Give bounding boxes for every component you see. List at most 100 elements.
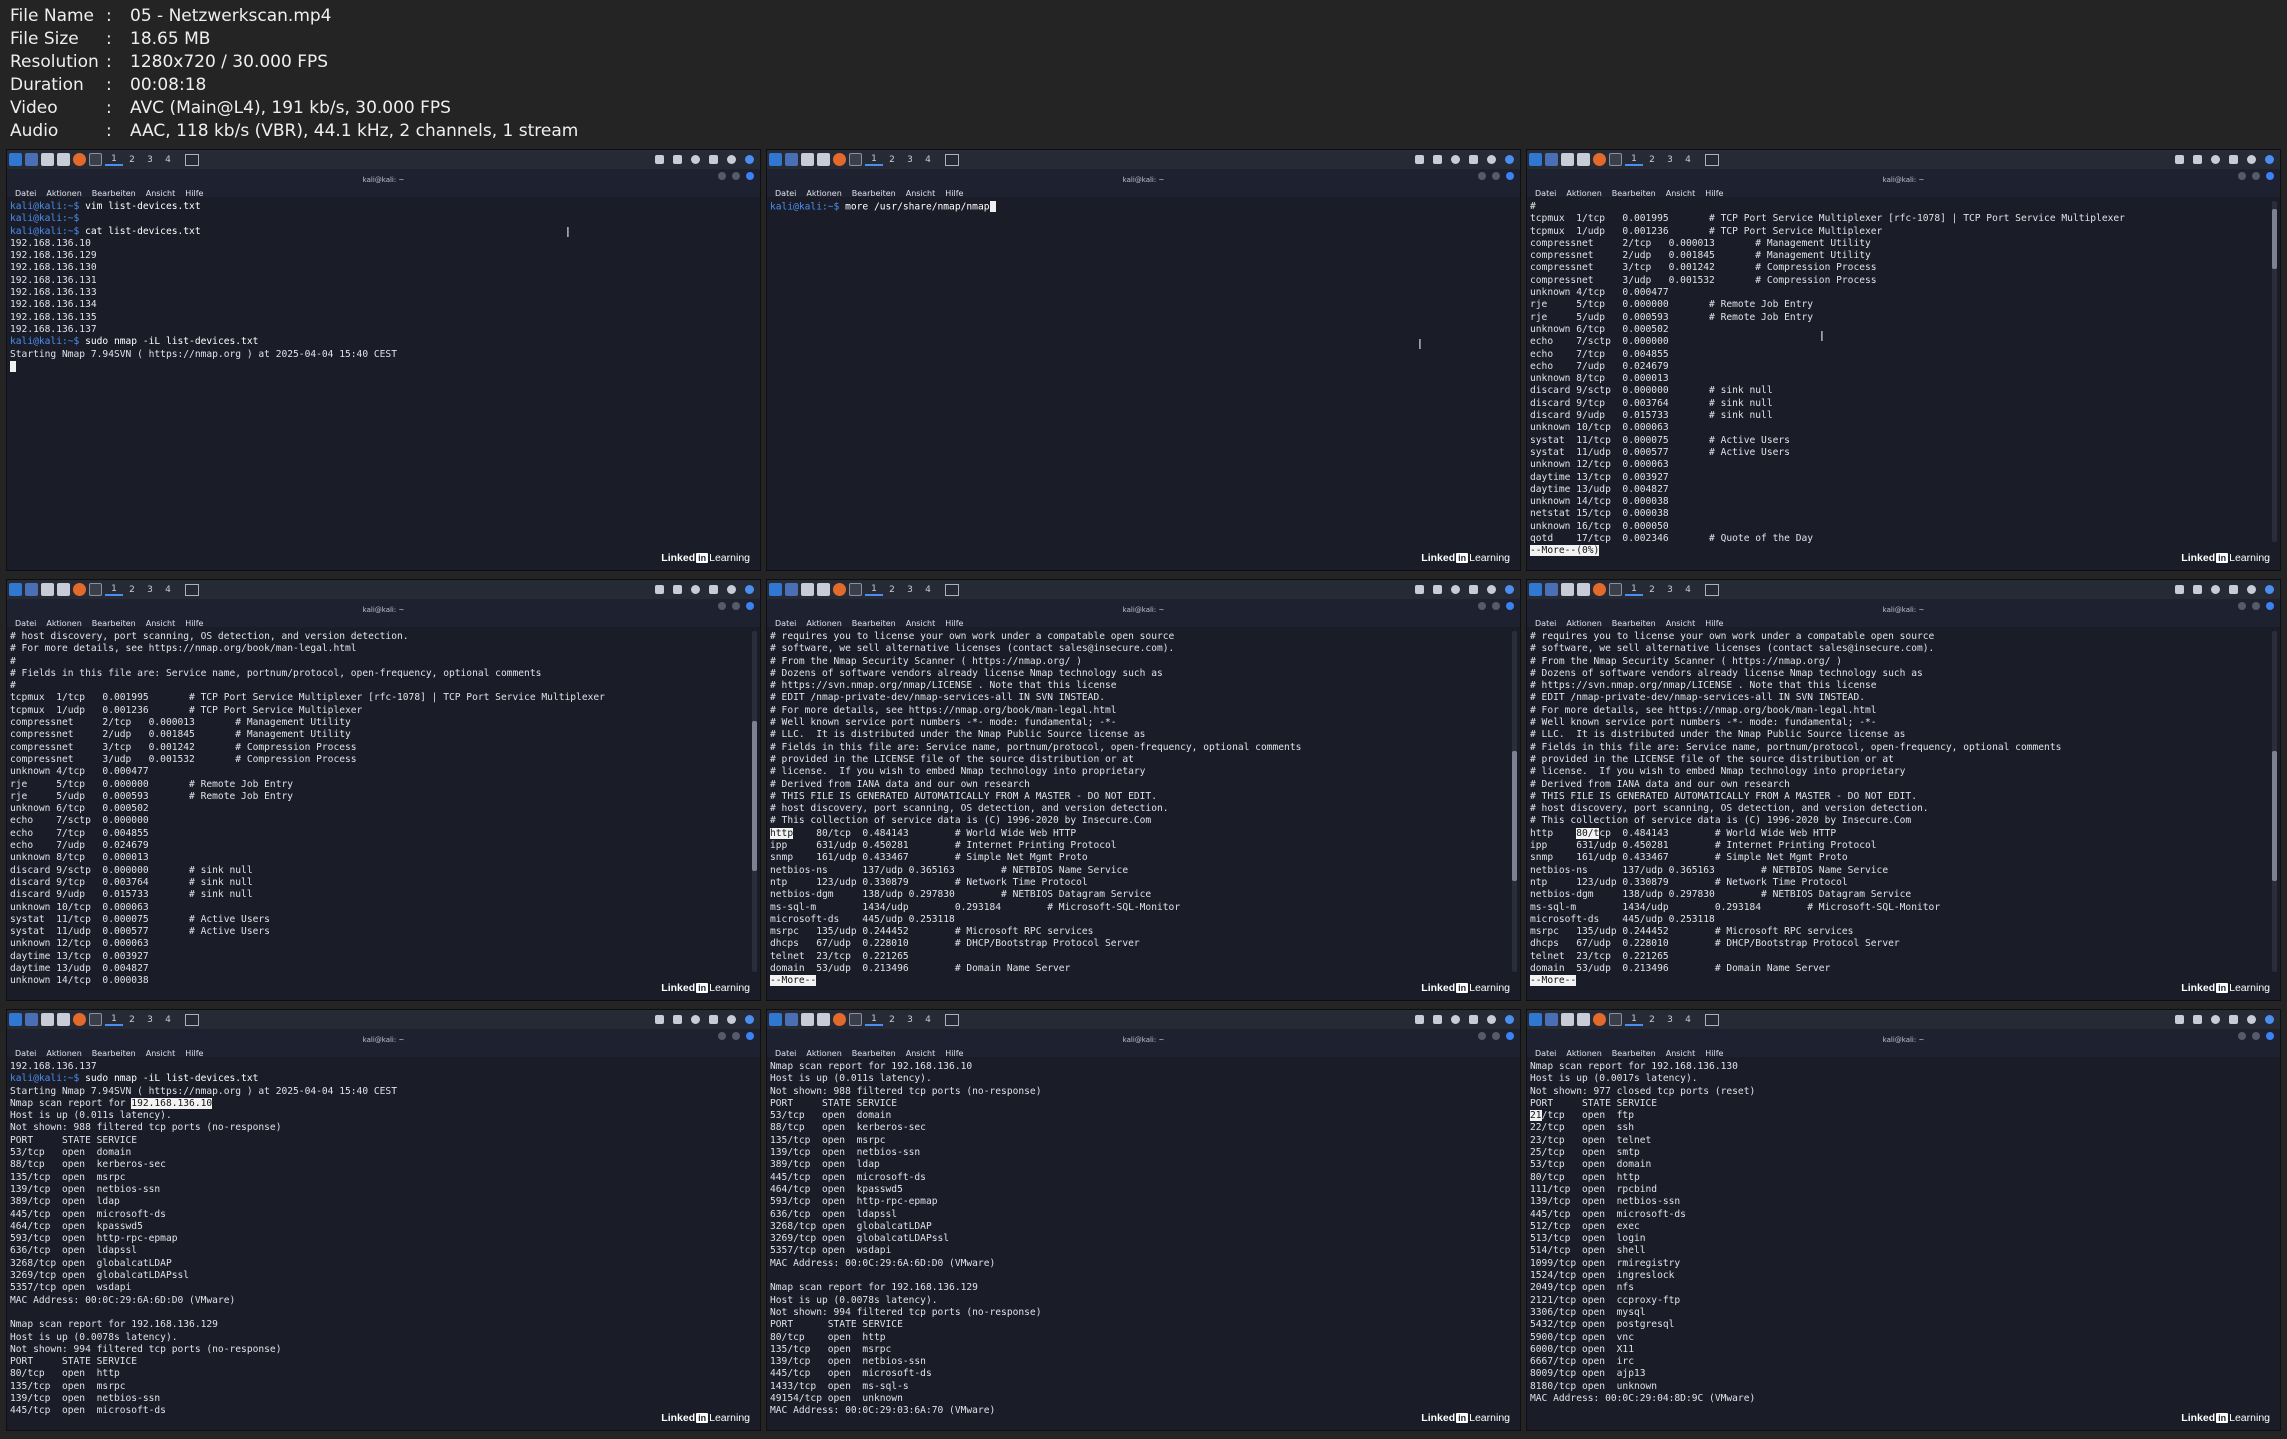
workspace-2[interactable]: 2 <box>123 585 141 595</box>
terminal-output[interactable]: 192.168.136.137 kali@kali:~$ sudo nmap -i… <box>10 1061 748 1428</box>
settings-icon[interactable] <box>691 155 700 164</box>
menu-bearbeiten[interactable]: Bearbeiten <box>1612 619 1656 628</box>
terminal-output[interactable]: kali@kali:~$ vim list-devices.txt kali@ka… <box>10 201 748 568</box>
menu-hilfe[interactable]: Hilfe <box>1705 189 1723 198</box>
close-button[interactable] <box>1506 602 1514 610</box>
workspace-1[interactable]: 1 <box>105 154 123 166</box>
display-icon[interactable] <box>655 1015 664 1024</box>
text-editor-icon[interactable] <box>1577 1013 1590 1026</box>
maximize-button[interactable] <box>732 1032 740 1040</box>
file-manager-icon[interactable] <box>801 583 814 596</box>
files-icon[interactable] <box>1545 1013 1558 1026</box>
workspace-3[interactable]: 3 <box>901 585 919 595</box>
minimize-button[interactable] <box>1478 1032 1486 1040</box>
menu-datei[interactable]: Datei <box>15 619 36 628</box>
workspace-3[interactable]: 3 <box>1661 585 1679 595</box>
power-icon[interactable] <box>727 585 736 594</box>
close-button[interactable] <box>2266 602 2274 610</box>
kali-menu-icon[interactable] <box>769 153 782 166</box>
display-icon[interactable] <box>1415 155 1424 164</box>
power-icon[interactable] <box>2247 1015 2256 1024</box>
user-icon[interactable] <box>2265 1015 2274 1024</box>
workspace-4[interactable]: 4 <box>159 585 177 595</box>
terminal-scrollbar[interactable] <box>752 631 757 972</box>
notifications-icon[interactable] <box>1433 1015 1442 1024</box>
firefox-icon[interactable] <box>73 153 86 166</box>
files-icon[interactable] <box>1545 153 1558 166</box>
menu-ansicht[interactable]: Ansicht <box>906 189 936 198</box>
notifications-icon[interactable] <box>2193 155 2202 164</box>
menu-aktionen[interactable]: Aktionen <box>1566 189 1601 198</box>
scrollbar-thumb[interactable] <box>2272 209 2277 269</box>
kali-menu-icon[interactable] <box>9 153 22 166</box>
menu-ansicht[interactable]: Ansicht <box>146 619 176 628</box>
power-icon[interactable] <box>727 1015 736 1024</box>
scrollbar-thumb[interactable] <box>2272 751 2277 881</box>
user-icon[interactable] <box>1505 585 1514 594</box>
workspace-1[interactable]: 1 <box>1625 154 1643 166</box>
window-list-terminal-icon[interactable] <box>185 1013 199 1026</box>
menu-ansicht[interactable]: Ansicht <box>1666 619 1696 628</box>
file-manager-icon[interactable] <box>41 153 54 166</box>
close-button[interactable] <box>1506 1032 1514 1040</box>
window-list-terminal-icon[interactable] <box>185 153 199 166</box>
display-icon[interactable] <box>2175 585 2184 594</box>
minimize-button[interactable] <box>2238 1032 2246 1040</box>
workspace-4[interactable]: 4 <box>1679 585 1697 595</box>
terminal-icon[interactable] <box>1609 583 1622 596</box>
workspace-2[interactable]: 2 <box>123 155 141 165</box>
power-icon[interactable] <box>2247 155 2256 164</box>
scrollbar-thumb[interactable] <box>752 721 757 871</box>
workspace-2[interactable]: 2 <box>1643 155 1661 165</box>
user-icon[interactable] <box>745 155 754 164</box>
workspace-1[interactable]: 1 <box>865 154 883 166</box>
kali-menu-icon[interactable] <box>9 1013 22 1026</box>
workspace-2[interactable]: 2 <box>883 155 901 165</box>
power-icon[interactable] <box>1487 155 1496 164</box>
scrollbar-thumb[interactable] <box>1512 751 1517 881</box>
notifications-icon[interactable] <box>1433 155 1442 164</box>
terminal-scrollbar[interactable] <box>2272 201 2277 542</box>
menu-hilfe[interactable]: Hilfe <box>945 1049 963 1058</box>
menu-ansicht[interactable]: Ansicht <box>146 189 176 198</box>
settings-icon[interactable] <box>2211 585 2220 594</box>
file-manager-icon[interactable] <box>801 153 814 166</box>
maximize-button[interactable] <box>2252 602 2260 610</box>
window-list-terminal-icon[interactable] <box>945 1013 959 1026</box>
text-editor-icon[interactable] <box>817 153 830 166</box>
minimize-button[interactable] <box>718 1032 726 1040</box>
display-icon[interactable] <box>1415 585 1424 594</box>
user-icon[interactable] <box>745 585 754 594</box>
kali-menu-icon[interactable] <box>9 583 22 596</box>
text-editor-icon[interactable] <box>57 1013 70 1026</box>
lock-icon[interactable] <box>709 1015 718 1024</box>
maximize-button[interactable] <box>2252 172 2260 180</box>
text-editor-icon[interactable] <box>817 1013 830 1026</box>
menu-aktionen[interactable]: Aktionen <box>806 189 841 198</box>
workspace-1[interactable]: 1 <box>1625 584 1643 596</box>
user-icon[interactable] <box>1505 155 1514 164</box>
firefox-icon[interactable] <box>73 583 86 596</box>
close-button[interactable] <box>1506 172 1514 180</box>
menu-datei[interactable]: Datei <box>1535 189 1556 198</box>
maximize-button[interactable] <box>1492 172 1500 180</box>
file-manager-icon[interactable] <box>1561 583 1574 596</box>
terminal-icon[interactable] <box>89 1013 102 1026</box>
workspace-2[interactable]: 2 <box>883 1015 901 1025</box>
menu-hilfe[interactable]: Hilfe <box>185 189 203 198</box>
menu-aktionen[interactable]: Aktionen <box>46 189 81 198</box>
window-list-terminal-icon[interactable] <box>1705 583 1719 596</box>
close-button[interactable] <box>746 1032 754 1040</box>
workspace-4[interactable]: 4 <box>1679 155 1697 165</box>
menu-hilfe[interactable]: Hilfe <box>185 619 203 628</box>
menu-datei[interactable]: Datei <box>15 1049 36 1058</box>
menu-bearbeiten[interactable]: Bearbeiten <box>852 619 896 628</box>
terminal-icon[interactable] <box>89 583 102 596</box>
menu-bearbeiten[interactable]: Bearbeiten <box>92 1049 136 1058</box>
settings-icon[interactable] <box>1451 585 1460 594</box>
terminal-output[interactable]: # host discovery, port scanning, OS dete… <box>10 631 748 998</box>
close-button[interactable] <box>746 172 754 180</box>
lock-icon[interactable] <box>2229 155 2238 164</box>
text-editor-icon[interactable] <box>1577 153 1590 166</box>
power-icon[interactable] <box>727 155 736 164</box>
